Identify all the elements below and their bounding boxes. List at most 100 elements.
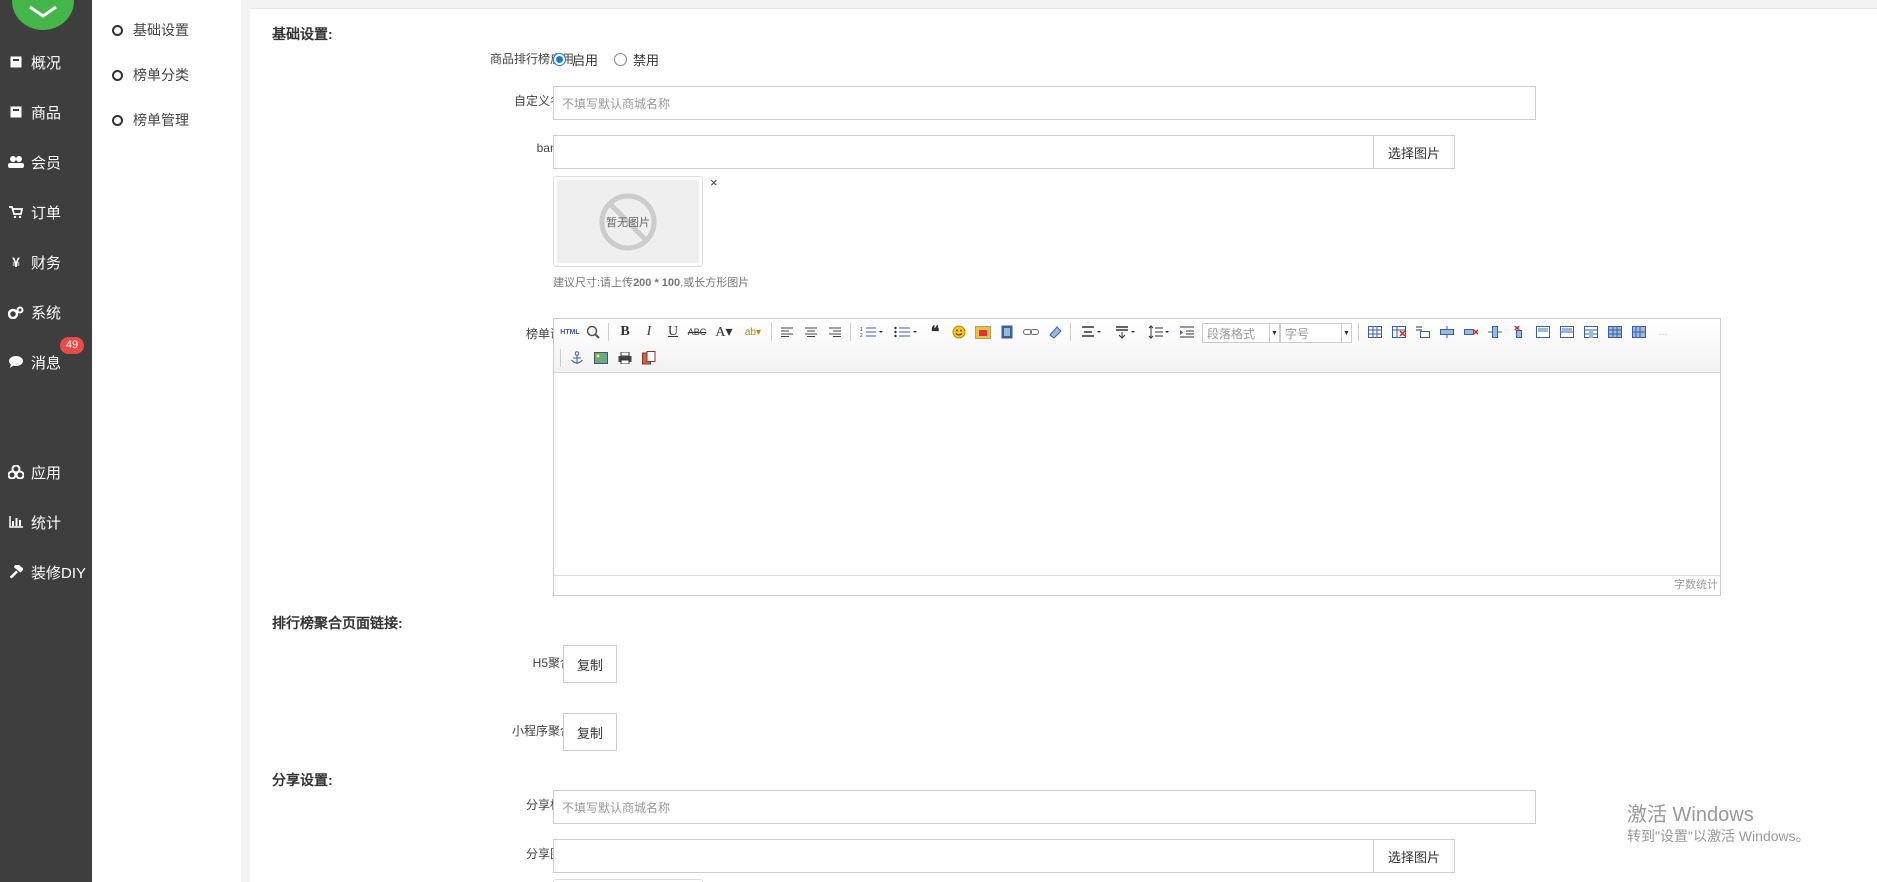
merge-right-icon[interactable]	[1558, 323, 1576, 341]
emoji-icon[interactable]	[950, 323, 968, 341]
bold-icon[interactable]: B	[616, 323, 634, 341]
settings-subnav: 基础设置 榜单分类 榜单管理	[92, 0, 241, 882]
print-icon[interactable]	[616, 349, 634, 367]
eraser-icon[interactable]	[1046, 323, 1064, 341]
dashboard-icon	[7, 56, 25, 68]
insert-row-icon[interactable]	[1438, 323, 1456, 341]
align-left-icon[interactable]	[778, 323, 796, 341]
delete-column-icon[interactable]	[1510, 323, 1528, 341]
share-title-input[interactable]: 不填写默认商城名称	[553, 790, 1536, 824]
link-icon[interactable]	[1022, 323, 1040, 341]
radio-unchecked-icon	[614, 53, 627, 66]
apps-icon	[7, 465, 25, 479]
nav-item-apps[interactable]: 应用	[0, 457, 92, 487]
highlight-color-icon[interactable]: ab▾	[740, 323, 766, 341]
banner-select-image-button[interactable]: 选择图片	[1373, 135, 1455, 169]
row-spacing-top-icon[interactable]	[1078, 323, 1104, 341]
toolbar-separator	[1070, 323, 1071, 341]
chat-icon	[7, 356, 25, 368]
line-height-icon[interactable]	[1146, 323, 1172, 341]
custom-name-label: 自定义名称	[513, 94, 574, 108]
toolbar-separator	[608, 323, 609, 341]
nav-item-label: 财务	[31, 254, 62, 272]
h5-link-label: H5聚合页	[532, 656, 584, 670]
split-rows-icon[interactable]	[1630, 323, 1648, 341]
image-icon[interactable]	[974, 323, 992, 341]
mini-program-link-label: 小程序聚合页	[511, 724, 584, 738]
delete-row-icon[interactable]	[1462, 323, 1480, 341]
insert-column-icon[interactable]	[1486, 323, 1504, 341]
nav-item-label: 装修DIY	[31, 564, 87, 582]
ordered-list-icon[interactable]: 12	[858, 323, 886, 341]
toolbar-separator	[771, 323, 772, 341]
align-right-icon[interactable]	[826, 323, 844, 341]
align-center-icon[interactable]	[802, 323, 820, 341]
subnav-item-basic[interactable]: 基础设置	[112, 20, 189, 40]
radio-disable[interactable]: 禁用	[614, 50, 659, 69]
nav-item-finance[interactable]: ¥ 财务	[0, 247, 92, 277]
toolbar-separator	[850, 323, 851, 341]
custom-name-input[interactable]: 不填写默认商城名称	[553, 86, 1536, 120]
nav-item-stats[interactable]: 统计	[0, 507, 92, 537]
delete-table-icon[interactable]	[1390, 323, 1408, 341]
circle-icon	[112, 69, 123, 81]
nav-item-members[interactable]: 会员	[0, 147, 92, 177]
insert-paragraph-before-table-icon[interactable]	[1414, 323, 1432, 341]
message-count-badge: 49	[60, 337, 84, 354]
main-sidebar: 概况 商品 会员 订单 ¥ 财务 系统 消息 49 应用 统计 装修DIY	[0, 0, 92, 882]
section-title-links: 排行榜聚合页面链接:	[272, 615, 403, 631]
subnav-item-management[interactable]: 榜单管理	[112, 110, 189, 130]
radio-enable[interactable]: 启用	[553, 50, 598, 69]
italic-icon[interactable]: I	[640, 323, 658, 341]
watermark-subtitle: 转到"设置"以激活 Windows。	[1627, 828, 1810, 844]
row-spacing-bottom-icon[interactable]	[1112, 323, 1138, 341]
indent-icon[interactable]	[1178, 323, 1196, 341]
subnav-item-label: 榜单分类	[133, 67, 189, 83]
copy-mini-program-link-button[interactable]: 复制	[563, 713, 617, 751]
nav-item-goods[interactable]: 商品	[0, 97, 92, 127]
anchor-icon[interactable]	[568, 349, 586, 367]
description-label: 榜单说明	[525, 327, 574, 341]
preview-icon[interactable]	[584, 323, 602, 341]
nav-item-overview[interactable]: 概况	[0, 47, 92, 77]
font-color-icon[interactable]: A▾	[712, 323, 736, 341]
enable-label: 商品排行榜启用	[489, 52, 574, 66]
merge-cells-icon[interactable]	[1534, 323, 1552, 341]
nav-item-orders[interactable]: 订单	[0, 197, 92, 227]
unordered-list-icon[interactable]	[892, 323, 920, 341]
yen-icon: ¥	[12, 254, 20, 270]
blockquote-icon[interactable]: ❝	[926, 323, 944, 341]
merge-down-icon[interactable]	[1582, 323, 1600, 341]
subnav-item-categories[interactable]: 榜单分类	[112, 65, 189, 85]
nav-item-label: 统计	[31, 514, 62, 532]
insert-image-icon[interactable]	[592, 349, 610, 367]
insert-table-icon[interactable]	[1366, 323, 1384, 341]
radio-checked-icon	[553, 53, 566, 66]
remove-image-button[interactable]: ×	[710, 175, 718, 190]
nav-item-label: 消息	[31, 354, 62, 372]
paragraph-format-select[interactable]: 段落格式 ▼	[1202, 323, 1280, 343]
radio-enable-label: 启用	[572, 53, 599, 68]
rich-text-editor: HTML B I U ABC A▾ ab▾ 12 ❝ 段落格式 ▼ 字号 ▼ ……	[553, 318, 1721, 596]
logo[interactable]	[12, 0, 74, 30]
html-source-button[interactable]: HTML	[560, 323, 580, 341]
underline-icon[interactable]: U	[664, 323, 682, 341]
video-icon[interactable]	[998, 323, 1016, 341]
share-icon-url-input[interactable]	[553, 839, 1374, 873]
size-hint: 建议尺寸:请上传200 * 100,或长方形图片	[553, 274, 749, 290]
template-icon[interactable]	[640, 349, 658, 367]
more-tools-icon[interactable]: …	[1654, 323, 1672, 341]
nav-item-system[interactable]: 系统	[0, 297, 92, 327]
nav-item-diy[interactable]: 装修DIY	[0, 557, 92, 587]
split-cells-icon[interactable]	[1606, 323, 1624, 341]
circle-icon	[112, 24, 123, 36]
copy-h5-link-button[interactable]: 复制	[563, 645, 617, 683]
banner-url-input[interactable]	[553, 135, 1374, 169]
font-size-select[interactable]: 字号 ▼	[1280, 323, 1352, 343]
editor-toolbar: HTML B I U ABC A▾ ab▾ 12 ❝ 段落格式 ▼ 字号 ▼ …	[554, 319, 1720, 373]
strikethrough-icon[interactable]: ABC	[688, 323, 707, 341]
circle-icon	[112, 114, 123, 126]
nav-item-label: 系统	[31, 304, 62, 322]
watermark-title: 激活 Windows	[1627, 804, 1754, 826]
share-icon-select-image-button[interactable]: 选择图片	[1373, 839, 1455, 873]
